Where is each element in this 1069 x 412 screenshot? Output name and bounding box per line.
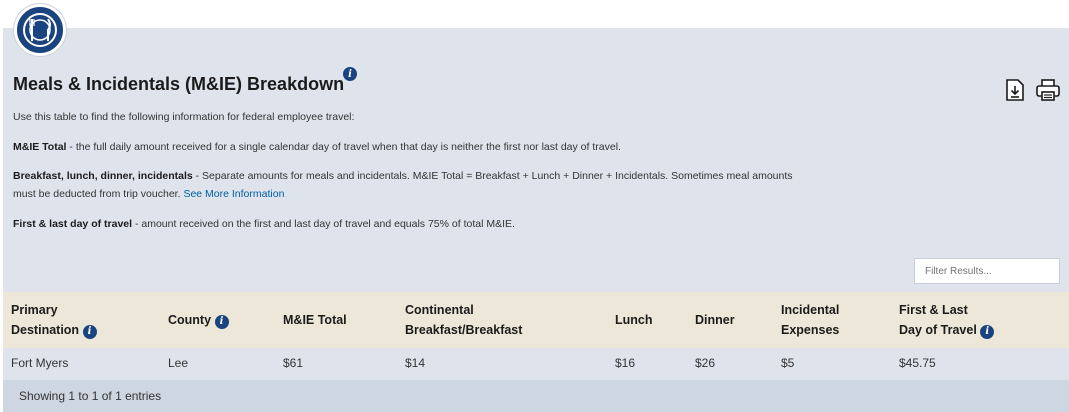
cell-county: Lee <box>168 356 189 370</box>
info-icon[interactable]: i <box>214 315 229 329</box>
meals-text: - Separate amounts for meals and inciden… <box>192 170 793 182</box>
cell-first-last-day: $45.75 <box>899 356 936 370</box>
filter-results-input[interactable] <box>914 258 1060 284</box>
meals-logo-icon <box>14 4 66 56</box>
header-mie-total[interactable]: M&IE Total <box>283 310 347 330</box>
table-footer <box>3 380 1069 412</box>
meals-text-continued: must be deducted from trip voucher. <box>13 188 181 200</box>
description-meals: Breakfast, lunch, dinner, incidentals - … <box>13 167 793 203</box>
header-county[interactable]: County i <box>168 310 229 330</box>
cell-incidental-expenses: $5 <box>781 356 795 370</box>
header-lunch[interactable]: Lunch <box>615 310 653 330</box>
page-title: Meals & Incidentals (M&IE) Breakdown <box>13 74 345 94</box>
download-icon[interactable] <box>1004 78 1026 102</box>
description-mie-total: M&IE Total - the full daily amount recei… <box>13 138 621 156</box>
mie-total-text: - the full daily amount received for a s… <box>66 141 621 153</box>
cell-dinner: $26 <box>695 356 716 370</box>
cell-lunch: $16 <box>615 356 636 370</box>
print-icon[interactable] <box>1035 78 1061 102</box>
cell-mie-total: $61 <box>283 356 304 370</box>
info-icon[interactable]: i <box>980 325 995 339</box>
info-icon[interactable]: i <box>82 325 97 339</box>
see-more-link[interactable]: See More Information <box>183 188 284 200</box>
header-incidental-expenses[interactable]: Incidental Expenses <box>781 300 839 340</box>
header-first-last-day[interactable]: First & Last Day of Travel i <box>899 300 995 340</box>
description-first-last: First & last day of travel - amount rece… <box>13 215 515 233</box>
info-icon[interactable]: i <box>343 67 357 81</box>
first-last-label: First & last day of travel <box>13 218 133 230</box>
cell-continental-breakfast: $14 <box>405 356 426 370</box>
mie-total-label: M&IE Total <box>13 141 67 153</box>
header-dinner[interactable]: Dinner <box>695 310 735 330</box>
first-last-text: - amount received on the first and last … <box>132 218 515 230</box>
description-intro: Use this table to find the following inf… <box>13 111 355 123</box>
meals-label: Breakfast, lunch, dinner, incidentals <box>13 170 193 182</box>
entries-info: Showing 1 to 1 of 1 entries <box>19 389 162 403</box>
cell-primary-destination: Fort Myers <box>11 356 69 370</box>
header-primary-destination[interactable]: Primary Destination i <box>11 300 97 340</box>
header-continental-breakfast[interactable]: Continental Breakfast/Breakfast <box>405 300 522 340</box>
